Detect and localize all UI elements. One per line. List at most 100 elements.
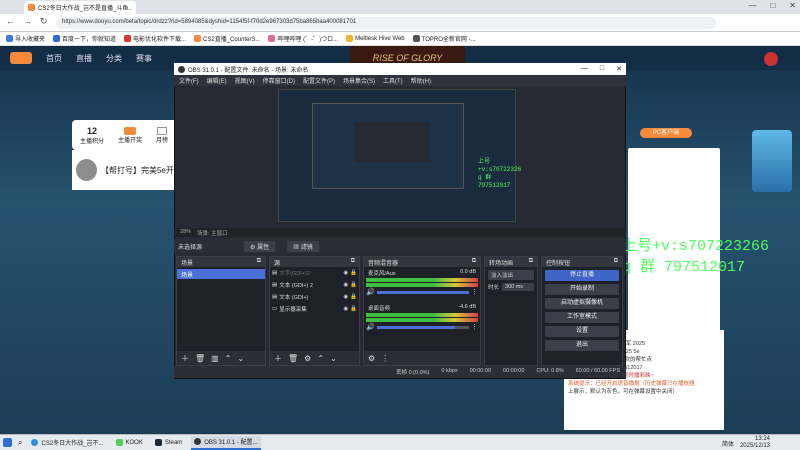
nav-esports[interactable]: 赛事: [136, 53, 152, 64]
scene-item[interactable]: 场景: [177, 269, 265, 279]
preview-nested-obs: [355, 122, 430, 162]
url-input[interactable]: https://www.douyu.com/beta/topic/drdzz?r…: [56, 17, 716, 29]
obs-minimize-icon[interactable]: —: [581, 65, 588, 73]
virtual-camera-button[interactable]: 启动虚拟摄像机: [545, 298, 619, 309]
refresh-icon[interactable]: ↻: [40, 16, 48, 27]
menu-edit[interactable]: 编辑(E): [207, 76, 227, 85]
track-db: 0.0 dB: [460, 269, 476, 275]
search-icon[interactable]: ⌕: [18, 438, 22, 448]
start-icon[interactable]: [3, 438, 12, 447]
move-down-icon[interactable]: ⌄: [237, 354, 244, 363]
forward-icon[interactable]: →: [23, 16, 32, 27]
ime-indicator[interactable]: 简体: [722, 439, 734, 448]
stop-streaming-button[interactable]: 停止直播: [545, 270, 619, 281]
cpu-usage: CPU: 0.8%: [536, 368, 564, 374]
menu-view[interactable]: 视图(V): [235, 76, 255, 85]
visibility-icon: ◉: [343, 294, 349, 300]
text-source-icon: ▤: [272, 294, 278, 300]
bookmark-item[interactable]: 电影优化软件下载...: [124, 34, 186, 43]
obs-menubar: 文件(F) 编辑(E) 视图(V) 停靠窗口(D) 配置文件(P) 场景集合(S…: [174, 75, 626, 86]
obs-maximize-icon[interactable]: □: [600, 65, 604, 73]
minimize-icon[interactable]: —: [748, 1, 756, 10]
nav-category[interactable]: 分类: [106, 53, 122, 64]
bookmark-item[interactable]: TOPRO全新官网 -...: [412, 34, 476, 43]
stream-time: 00:00:00: [469, 368, 492, 374]
track-name: 麦克风/Aux: [368, 271, 396, 277]
volume-slider[interactable]: [376, 290, 469, 294]
track-settings-icon[interactable]: ⋮: [471, 323, 478, 331]
properties-button[interactable]: ⚙ 属性: [244, 240, 276, 252]
track-settings-icon[interactable]: ⋮: [471, 288, 478, 296]
menu-scene-collection[interactable]: 场景集合(S): [343, 76, 375, 85]
menu-docks[interactable]: 停靠窗口(D): [263, 76, 295, 85]
tab-title: CS2冬日大作战_岂不是直播_斗鱼...: [38, 6, 132, 12]
text-source-icon: ▤: [272, 270, 278, 276]
remove-scene-icon[interactable]: 🗑: [195, 354, 205, 363]
maximize-icon[interactable]: □: [770, 1, 775, 10]
source-item[interactable]: ▤ 文本 (GDI+) ◉ 🔒: [270, 291, 359, 303]
studio-mode-button[interactable]: 工作室模式: [545, 312, 619, 323]
move-up-icon[interactable]: ⌃: [225, 354, 232, 363]
nav-live[interactable]: 直播: [76, 53, 92, 64]
add-scene-icon[interactable]: ＋: [181, 353, 189, 364]
obs-icon: [194, 438, 202, 445]
edge-icon: [31, 439, 39, 446]
bookmark-item[interactable]: Meltlesk Hive Web: [346, 35, 405, 42]
dropped-frames: 丢帧 0 (0.0%): [396, 370, 430, 376]
back-icon[interactable]: ←: [6, 16, 15, 27]
bookmark-item[interactable]: CS2直播_CounterS...: [194, 34, 260, 43]
exit-button[interactable]: 退出: [545, 340, 619, 351]
pc-client-button[interactable]: PC客户端: [640, 128, 692, 138]
douyu-logo-icon[interactable]: [10, 52, 32, 64]
promo-image[interactable]: [752, 130, 792, 192]
taskbar-item-obs[interactable]: OBS 31.0.1 - 配置...: [191, 435, 261, 450]
user-avatar[interactable]: [764, 52, 778, 66]
menu-profile[interactable]: 配置文件(P): [303, 76, 335, 85]
transition-select[interactable]: 淡入淡出: [488, 270, 534, 280]
filters-button[interactable]: ▦ 滤镜: [287, 240, 319, 252]
duration-input[interactable]: 300 ms: [502, 283, 534, 291]
mixer-menu-icon[interactable]: ⋮: [381, 354, 389, 363]
dock-undock-icon[interactable]: ⧉: [351, 258, 355, 266]
anchor-avatar[interactable]: [76, 159, 97, 181]
obs-close-icon[interactable]: ✕: [616, 65, 622, 73]
source-item[interactable]: ▭ 显示器采集 ◉ 🔒: [270, 303, 359, 315]
dock-undock-icon[interactable]: ⧉: [614, 258, 618, 266]
volume-slider[interactable]: [376, 325, 469, 329]
volume-icon[interactable]: 🔊: [366, 323, 375, 331]
source-item[interactable]: ▤ 文字(GDI+)2 ◉ 🔒: [270, 267, 359, 279]
dock-undock-icon[interactable]: ⧉: [472, 258, 476, 266]
volume-icon[interactable]: 🔊: [366, 288, 375, 296]
system-clock[interactable]: 13:24 2025/12/13: [740, 436, 770, 450]
rank-icon: [157, 126, 168, 135]
menu-tools[interactable]: 工具(T): [383, 76, 403, 85]
settings-button[interactable]: 设置: [545, 326, 619, 337]
obs-logo-icon: [178, 65, 185, 73]
bookmark-item[interactable]: 导入收藏夹: [6, 34, 45, 43]
menu-help[interactable]: 帮助(H): [411, 76, 431, 85]
dock-undock-icon[interactable]: ⧉: [257, 258, 261, 266]
scenes-dock: 场景 ⧉ 场景 ＋ 🗑 ▥ ⌃ ⌄: [176, 256, 266, 366]
fps: 60.00 / 60.00 FPS: [575, 368, 620, 374]
dock-undock-icon[interactable]: ⧉: [529, 258, 533, 266]
browser-tab[interactable]: CS2冬日大作战_岂不是直播_斗鱼...: [24, 1, 136, 14]
close-icon[interactable]: ✕: [789, 1, 796, 10]
menu-file[interactable]: 文件(F): [179, 76, 199, 85]
bilibili-icon: [268, 35, 276, 42]
bookmark-item[interactable]: 哔哩哔哩 (゜-゜)つロ...: [268, 34, 338, 43]
move-down-icon[interactable]: ⌄: [330, 354, 337, 363]
taskbar-item-browser[interactable]: CS2冬日大作战_岂不...: [28, 436, 106, 450]
source-settings-icon[interactable]: ⚙: [304, 354, 311, 363]
start-recording-button[interactable]: 开始录制: [545, 284, 619, 295]
source-item[interactable]: ▤ 文本 (GDI+) 2 ◉ 🔒: [270, 279, 359, 291]
mixer-settings-icon[interactable]: ⚙: [368, 354, 375, 363]
scene-filter-icon[interactable]: ▥: [211, 354, 219, 363]
taskbar-item-steam[interactable]: Steam: [152, 436, 185, 450]
move-up-icon[interactable]: ⌃: [317, 354, 324, 363]
remove-source-icon[interactable]: 🗑: [288, 354, 298, 363]
add-source-icon[interactable]: ＋: [274, 353, 282, 364]
nav-home[interactable]: 首页: [46, 53, 62, 64]
badge-icon: [124, 126, 137, 135]
taskbar-item-kook[interactable]: KOOK: [113, 436, 146, 450]
bookmark-item[interactable]: 百度一下，你就知道: [53, 34, 116, 43]
